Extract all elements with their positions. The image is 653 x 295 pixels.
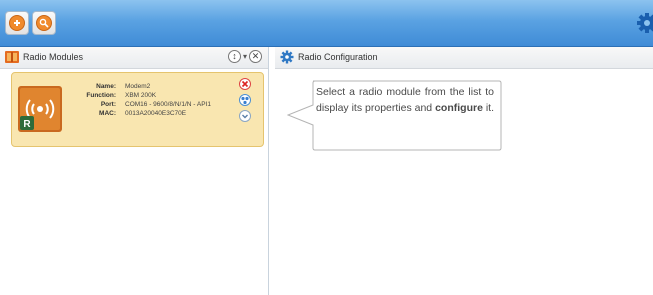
field-label: MAC: [99, 110, 116, 117]
radio-module-card[interactable]: R Name: Modem2 Function: XBM 200K Port: … [11, 72, 264, 147]
callout-message-bold: configure [435, 102, 483, 114]
top-toolbar [0, 0, 653, 47]
remove-module-icon[interactable] [239, 78, 251, 90]
add-circle-icon [9, 15, 25, 31]
close-icon[interactable]: ✕ [249, 50, 262, 63]
field-label: Name: [96, 83, 116, 90]
radio-configuration-title: Radio Configuration [298, 52, 378, 62]
radio-module-icon: R [18, 86, 62, 132]
module-port: COM16 - 9600/8/N/1/N - API1 [125, 101, 211, 108]
radio-modules-icon [5, 51, 19, 63]
search-circle-icon [36, 15, 52, 31]
field-label: Port: [100, 101, 116, 108]
dropdown-arrow-icon[interactable]: ▾ [243, 50, 247, 63]
radio-modules-header: Radio Modules ↕ ▾ ✕ [0, 47, 268, 69]
field-label: Function: [86, 92, 116, 99]
module-name: Modem2 [125, 83, 151, 90]
expand-module-icon[interactable] [239, 110, 251, 122]
callout-message: Select a radio module from the list to d… [316, 84, 494, 116]
sort-icon[interactable]: ↕ [227, 50, 241, 63]
radio-configuration-header: Radio Configuration [275, 47, 653, 69]
settings-gear-icon [280, 50, 294, 64]
module-network-icon[interactable] [239, 94, 251, 106]
radio-modules-title: Radio Modules [23, 52, 84, 62]
module-mac: 0013A20040E3C70E [125, 110, 187, 117]
module-function: XBM 200K [125, 92, 157, 99]
discover-button[interactable] [32, 11, 56, 35]
radio-modules-panel: Radio Modules ↕ ▾ ✕ R Name: Modem2 Functio… [0, 47, 269, 295]
module-badge: R [23, 119, 31, 130]
callout-message-end: it. [482, 102, 495, 114]
add-module-button[interactable] [5, 11, 29, 35]
gear-icon[interactable] [631, 11, 653, 35]
